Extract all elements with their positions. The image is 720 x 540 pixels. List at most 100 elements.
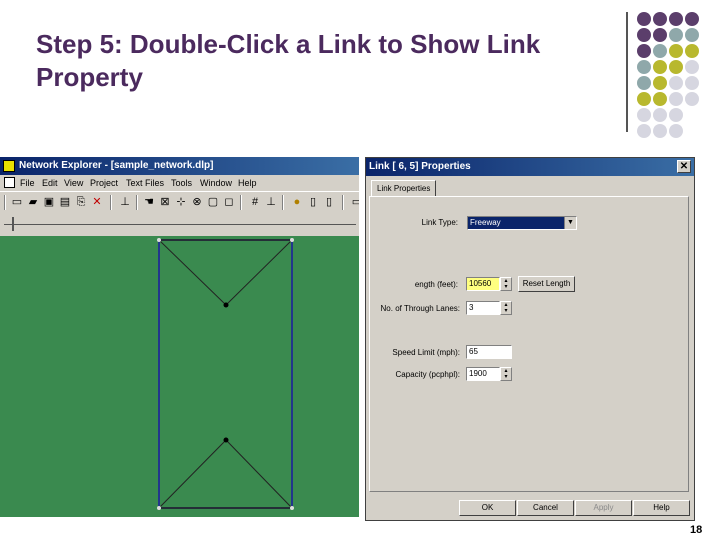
network-node[interactable] [223,437,229,443]
toolbar: ▭ ▰ ▣ ▤ ⎘ ✕ ⊥ ☚ ⊠ ⊹ ⊗ ▢ ◻ # ⊥ ● ▯ ▯ ▭ [0,191,359,215]
decorative-dot [637,76,651,90]
decorative-dot [637,60,651,74]
menu-window[interactable]: Window [200,175,232,191]
title-divider [626,12,628,132]
export-icon[interactable]: ▯ [322,195,336,209]
decorative-dot [669,108,683,122]
dialog-title: Link [ 6, 5] Properties [369,161,471,172]
menu-project[interactable]: Project [90,175,118,191]
decorative-dot [669,60,683,74]
network-node[interactable] [223,302,229,308]
decorative-dot [653,12,667,26]
network-link[interactable] [225,239,293,306]
lock-icon[interactable]: ⊥ [264,195,278,209]
menu-tools[interactable]: Tools [171,175,192,191]
new-icon[interactable]: ▭ [10,195,24,209]
toolbar-separator [4,195,6,210]
print-icon[interactable]: ▤ [58,195,72,209]
decorative-dot [653,76,667,90]
pan-icon[interactable]: ⊗ [190,195,204,209]
decorative-dot [669,76,683,90]
stop-icon[interactable]: ◻ [222,195,236,209]
decorative-dot [669,92,683,106]
menu-file[interactable]: File [20,175,35,191]
ok-button[interactable]: OK [459,500,516,516]
length-label: ength (feet): [414,280,458,289]
network-node[interactable] [157,506,161,510]
decorative-dot [653,28,667,42]
menu-help[interactable]: Help [238,175,257,191]
copy-icon[interactable]: ⎘ [74,195,88,209]
doc-icon[interactable]: ▯ [306,195,320,209]
toolbar-separator [240,195,242,210]
help-icon[interactable]: ● [290,195,304,209]
select-icon[interactable]: ⊹ [174,195,188,209]
decorative-dot [685,44,699,58]
link-type-select[interactable]: Freeway ▼ [467,216,577,230]
hand-icon[interactable]: ☚ [142,195,156,209]
lanes-stepper[interactable]: ▴ ▾ [500,301,512,315]
lanes-label: No. of Through Lanes: [380,304,460,313]
menu-edit[interactable]: Edit [42,175,58,191]
network-node[interactable] [290,238,294,242]
lanes-field[interactable]: 3 [466,301,500,315]
decorative-dot [685,92,699,106]
cancel-button[interactable]: Cancel [517,500,574,516]
ruler-marker[interactable] [12,217,14,231]
menu-bar: File Edit View Project Text Files Tools … [0,175,359,191]
ruler [0,214,359,236]
chevron-down-icon[interactable]: ▼ [564,217,576,229]
decorative-dot [669,28,683,42]
length-stepper[interactable]: ▴ ▾ [500,277,512,291]
tab-link-properties[interactable]: Link Properties [371,180,437,197]
network-link[interactable] [158,439,227,509]
menu-text-files[interactable]: Text Files [126,175,164,191]
zoom-icon[interactable]: ⊠ [158,195,172,209]
save-icon[interactable]: ▣ [42,195,56,209]
toolbar-separator [136,195,138,210]
decorative-dot [637,108,651,122]
network-link[interactable] [225,439,293,509]
decorative-dot [653,92,667,106]
capacity-stepper[interactable]: ▴ ▾ [500,367,512,381]
page-number: 18 [690,524,703,536]
decorative-dot [653,108,667,122]
decorative-dot [637,28,651,42]
grid-icon[interactable]: # [248,195,262,209]
capacity-label: Capacity (pcphpl): [395,370,460,379]
window-icon[interactable]: ▢ [206,195,220,209]
decorative-dot [637,12,651,26]
decorative-dot [637,124,651,138]
speed-field[interactable]: 65 [466,345,512,359]
decorative-dot [637,92,651,106]
open-icon[interactable]: ▰ [26,195,40,209]
link-properties-dialog: Link [ 6, 5] Properties ✕ Link Propertie… [365,157,695,521]
decorative-dot [669,12,683,26]
close-button[interactable]: ✕ [677,160,691,173]
capacity-field[interactable]: 1900 [466,367,500,381]
network-node[interactable] [157,238,161,242]
menu-view[interactable]: View [64,175,83,191]
network-canvas[interactable] [0,236,359,517]
link-type-label: Link Type: [421,218,458,227]
toolbar-separator [342,195,344,210]
reset-length-button[interactable]: Reset Length [518,276,575,292]
help-button[interactable]: Help [633,500,690,516]
dialog-titlebar[interactable]: Link [ 6, 5] Properties ✕ [366,158,694,176]
decorative-dot [653,60,667,74]
toolbar-separator [282,195,284,210]
app-icon [3,160,15,172]
network-explorer-window: Network Explorer - [sample_network.dlp] … [0,157,359,517]
network-node[interactable] [290,506,294,510]
delete-icon[interactable]: ✕ [90,195,104,209]
decorative-dot [685,12,699,26]
node-icon[interactable]: ⊥ [118,195,132,209]
extra-icon[interactable]: ▭ [350,195,359,209]
network-explorer-titlebar[interactable]: Network Explorer - [sample_network.dlp] [0,157,359,175]
apply-button[interactable]: Apply [575,500,632,516]
document-icon[interactable] [4,177,15,188]
network-link[interactable] [158,239,227,306]
link-properties-panel: Link Type: Freeway ▼ ength (feet): 10560… [369,196,689,492]
length-field[interactable]: 10560 [466,277,500,291]
link-type-value: Freeway [470,218,501,227]
